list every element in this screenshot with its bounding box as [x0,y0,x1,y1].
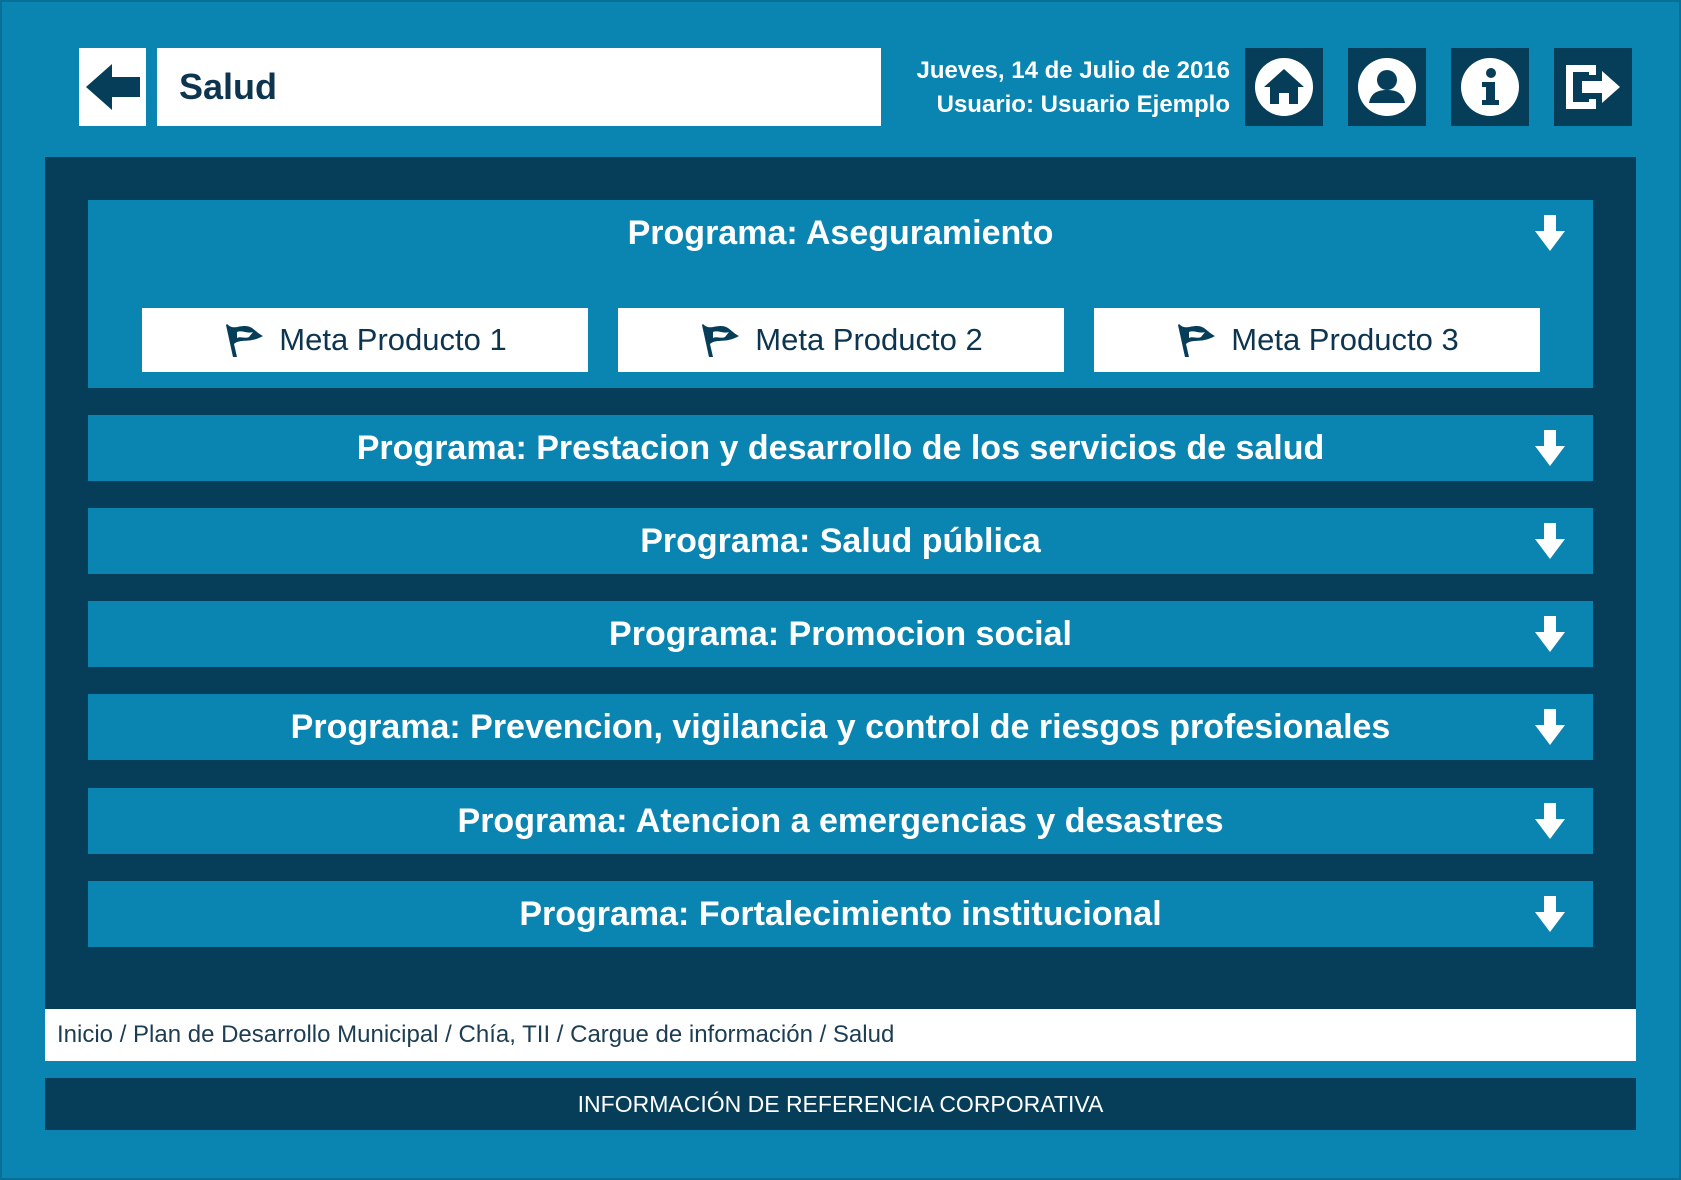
page-title-box: Salud [157,48,881,126]
header-info: Jueves, 14 de Julio de 2016 Usuario: Usu… [890,54,1230,122]
program-item[interactable]: Programa: Salud pública [88,508,1593,574]
meta-button[interactable]: Meta Producto 3 [1094,308,1540,372]
program-header[interactable]: Programa: Prestacion y desarrollo de los… [88,415,1593,481]
page-title: Salud [179,66,278,107]
arrow-left-icon [85,64,140,110]
arrow-down-icon[interactable] [1535,523,1565,559]
back-button[interactable] [79,48,146,126]
home-icon [1255,58,1313,116]
program-item[interactable]: Programa: Fortalecimiento institucional [88,881,1593,947]
program-item[interactable]: Programa: Atencion a emergencias y desas… [88,788,1593,854]
program-title: Programa: Fortalecimiento institucional [519,894,1162,933]
program-title: Programa: Prestacion y desarrollo de los… [356,428,1325,467]
program-header[interactable]: Programa: Promocion social [88,601,1593,667]
programs-panel: Programa: Aseguramiento Meta Producto 1 … [45,157,1636,1009]
meta-button[interactable]: Meta Producto 2 [618,308,1064,372]
program-item[interactable]: Programa: Aseguramiento Meta Producto 1 … [88,200,1593,388]
arrow-down-icon[interactable] [1535,803,1565,839]
program-header[interactable]: Programa: Atencion a emergencias y desas… [88,788,1593,854]
flag-icon [702,324,740,357]
flag-icon [226,324,264,357]
arrow-down-icon[interactable] [1535,616,1565,652]
program-title: Programa: Salud pública [640,521,1041,560]
profile-button[interactable] [1348,48,1426,126]
meta-list: Meta Producto 1 Meta Producto 2 Meta Pro… [142,308,1540,372]
footer: INFORMACIÓN DE REFERENCIA CORPORATIVA [45,1078,1636,1130]
meta-button[interactable]: Meta Producto 1 [142,308,588,372]
program-title: Programa: Aseguramiento [627,213,1054,252]
info-icon [1461,58,1519,116]
arrow-down-icon[interactable] [1535,215,1565,251]
program-title: Programa: Prevencion, vigilancia y contr… [290,707,1391,746]
program-title: Programa: Promocion social [609,614,1072,653]
program-item[interactable]: Programa: Promocion social [88,601,1593,667]
header-user: Usuario: Usuario Ejemplo [936,91,1230,118]
footer-text: INFORMACIÓN DE REFERENCIA CORPORATIVA [577,1090,1104,1117]
program-item[interactable]: Programa: Prevencion, vigilancia y contr… [88,694,1593,760]
flag-icon [1178,324,1216,357]
info-button[interactable] [1451,48,1529,126]
meta-label: Meta Producto 3 [1231,322,1459,357]
breadcrumb-text[interactable]: Inicio / Plan de Desarrollo Municipal / … [57,1021,894,1049]
user-icon [1358,58,1416,116]
logout-icon [1566,65,1620,109]
breadcrumb[interactable]: Inicio / Plan de Desarrollo Municipal / … [45,1009,1636,1061]
arrow-down-icon[interactable] [1535,896,1565,932]
program-header[interactable]: Programa: Aseguramiento [88,200,1593,266]
program-title: Programa: Atencion a emergencias y desas… [457,801,1224,840]
program-item[interactable]: Programa: Prestacion y desarrollo de los… [88,415,1593,481]
logout-button[interactable] [1554,48,1632,126]
program-header[interactable]: Programa: Salud pública [88,508,1593,574]
meta-label: Meta Producto 2 [755,322,983,357]
arrow-down-icon[interactable] [1535,709,1565,745]
program-header[interactable]: Programa: Prevencion, vigilancia y contr… [88,694,1593,760]
meta-label: Meta Producto 1 [279,322,507,357]
home-button[interactable] [1245,48,1323,126]
header-date: Jueves, 14 de Julio de 2016 [916,57,1230,84]
arrow-down-icon[interactable] [1535,430,1565,466]
program-header[interactable]: Programa: Fortalecimiento institucional [88,881,1593,947]
